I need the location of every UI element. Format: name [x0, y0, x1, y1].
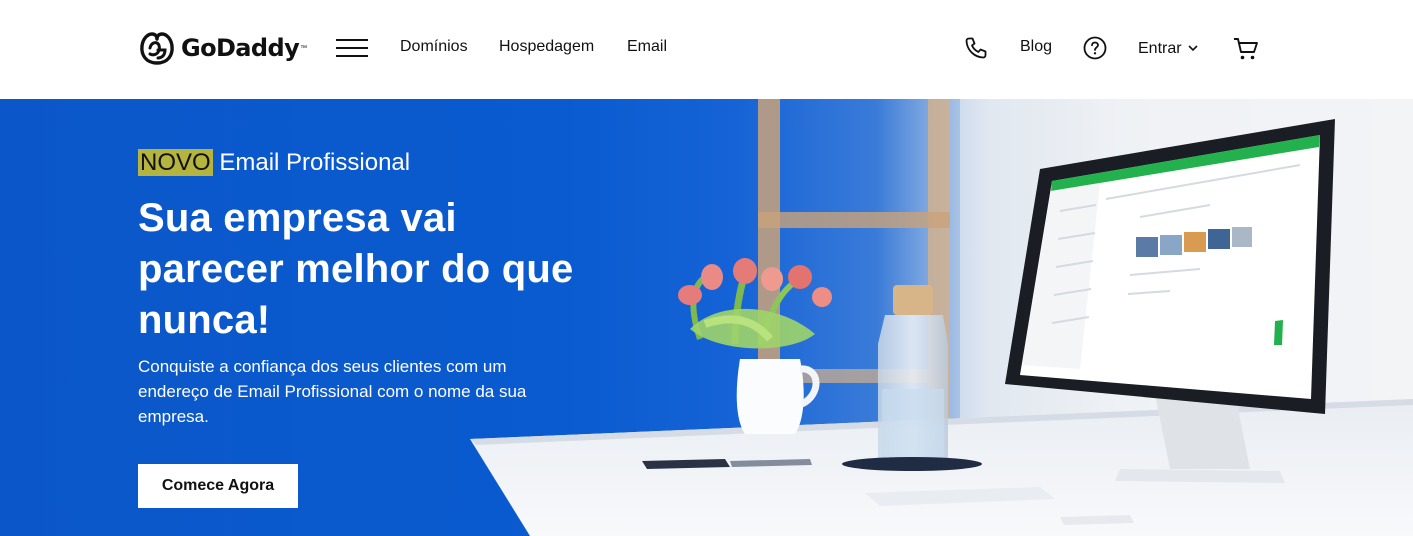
phone-icon[interactable] — [964, 36, 988, 60]
logo-wordmark: GoDaddy — [181, 34, 300, 62]
new-badge: NOVO — [138, 149, 213, 176]
menu-icon[interactable] — [336, 38, 368, 58]
nav-blog[interactable]: Blog — [1020, 38, 1052, 56]
help-icon[interactable] — [1083, 36, 1107, 60]
godaddy-logo[interactable]: GoDaddy ™ — [138, 30, 307, 66]
signin-link[interactable]: Entrar — [1138, 40, 1182, 58]
hero-eyebrow-text: Email Profissional — [219, 149, 411, 176]
nav-hospedagem[interactable]: Hospedagem — [499, 38, 594, 56]
hero-eyebrow: NOVO Email Profissional — [138, 149, 608, 177]
hero-headline: Sua empresa vai parecer melhor do que nu… — [138, 196, 574, 342]
cart-icon[interactable] — [1233, 37, 1259, 61]
hero-subtext: Conquiste a confiança dos seus clientes … — [138, 357, 527, 426]
chevron-down-icon[interactable] — [1188, 44, 1198, 52]
start-now-button[interactable]: Comece Agora — [138, 464, 298, 508]
hero-copy: NOVO Email Profissional Sua empresa vai … — [138, 149, 608, 429]
logo-trademark: ™ — [300, 44, 308, 52]
nav-dominios[interactable]: Domínios — [400, 38, 468, 56]
site-header: GoDaddy ™ Domínios Hospedagem Email Blog… — [0, 0, 1413, 99]
nav-email[interactable]: Email — [627, 38, 667, 56]
hero-banner: NOVO Email Profissional Sua empresa vai … — [0, 99, 1413, 536]
logo-icon — [140, 32, 174, 65]
